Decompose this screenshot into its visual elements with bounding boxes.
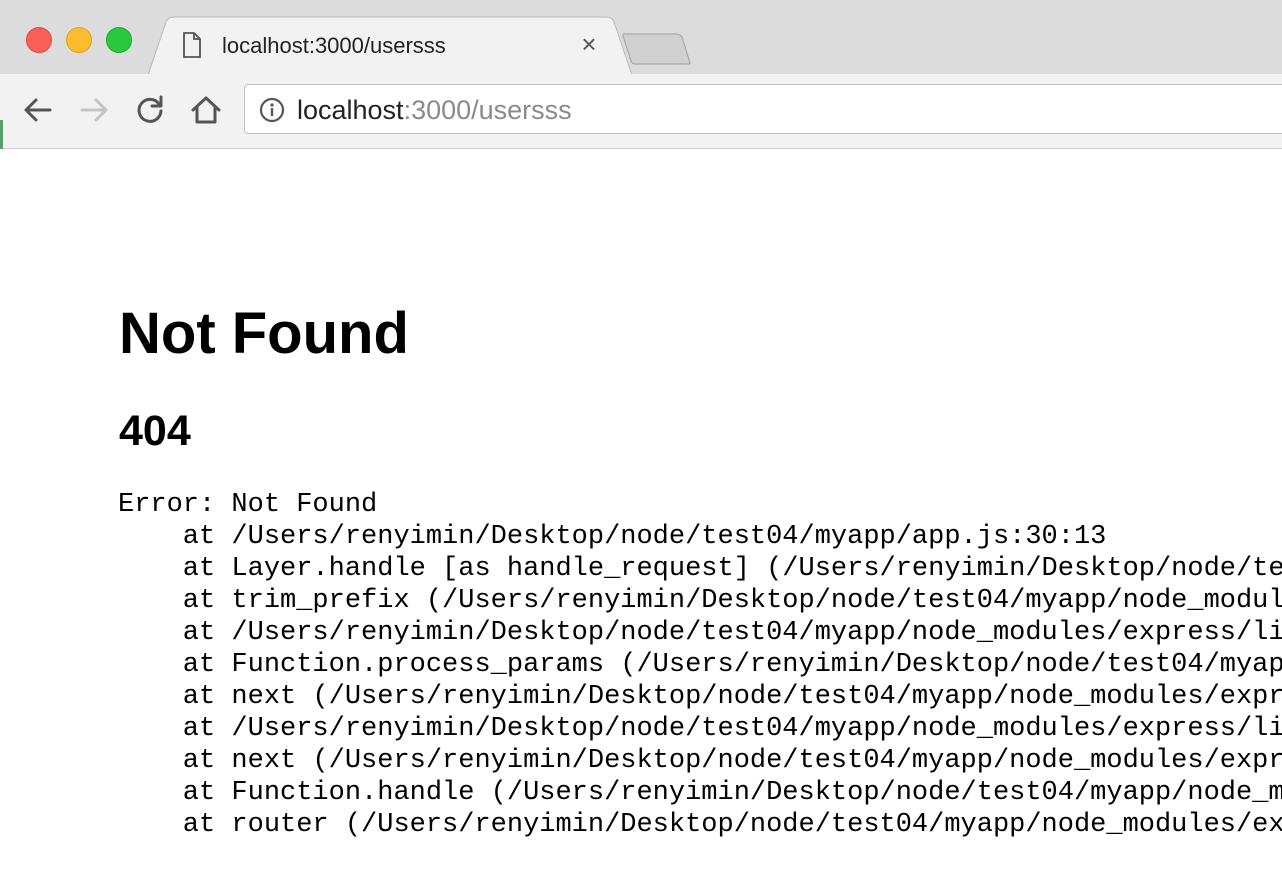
document-icon (182, 32, 202, 58)
stack-line: at /Users/renyimin/Desktop/node/test04/m… (182, 714, 1282, 744)
browser-toolbar: localhost:3000/usersss (0, 74, 1282, 149)
stack-line: at router (/Users/renyimin/Desktop/node/… (182, 810, 1282, 840)
home-icon[interactable] (190, 94, 222, 126)
tab-title: localhost:3000/usersss (222, 33, 446, 58)
url-path: :3000/usersss (403, 95, 572, 125)
stack-line: at /Users/renyimin/Desktop/node/test04/m… (182, 618, 1282, 648)
stack-line: at Function.handle (/Users/renyimin/Desk… (182, 778, 1282, 808)
stack-line: at Layer.handle [as handle_request] (/Us… (182, 554, 1282, 584)
page-title: Not Found (119, 301, 409, 366)
page-content: Not Found 404 Error: Not Found at /Users… (0, 149, 1282, 888)
window-close-button[interactable] (26, 27, 52, 53)
back-icon[interactable] (22, 94, 54, 126)
info-circle-icon[interactable] (259, 97, 285, 123)
forward-icon[interactable] (78, 94, 110, 126)
tab-strip: localhost:3000/usersss × (0, 0, 1282, 75)
window-zoom-button[interactable] (106, 27, 132, 53)
stack-trace: Error: Not Found at /Users/renyimin/Desk… (118, 489, 1282, 841)
stack-line: at /Users/renyimin/Desktop/node/test04/m… (118, 522, 1107, 552)
window-edge-strip (0, 120, 3, 150)
stack-line: at trim_prefix (/Users/renyimin/Desktop/… (182, 586, 1282, 616)
stack-line: at next (/Users/renyimin/Desktop/node/te… (182, 746, 1282, 776)
url-text[interactable]: localhost:3000/usersss (297, 96, 572, 124)
browser-tab[interactable]: localhost:3000/usersss × (148, 16, 632, 75)
stack-line: at next (/Users/renyimin/Desktop/node/te… (182, 682, 1282, 712)
url-host: localhost (297, 95, 404, 125)
status-code: 404 (119, 407, 191, 455)
stack-line: Error: Not Found (118, 490, 378, 520)
reload-icon[interactable] (134, 94, 166, 126)
new-tab-button[interactable] (620, 32, 692, 66)
stack-line: at Function.process_params (/Users/renyi… (182, 650, 1282, 680)
window-minimize-button[interactable] (66, 27, 92, 53)
tab-close-icon[interactable]: × (578, 30, 600, 58)
address-bar[interactable]: localhost:3000/usersss (244, 84, 1282, 134)
